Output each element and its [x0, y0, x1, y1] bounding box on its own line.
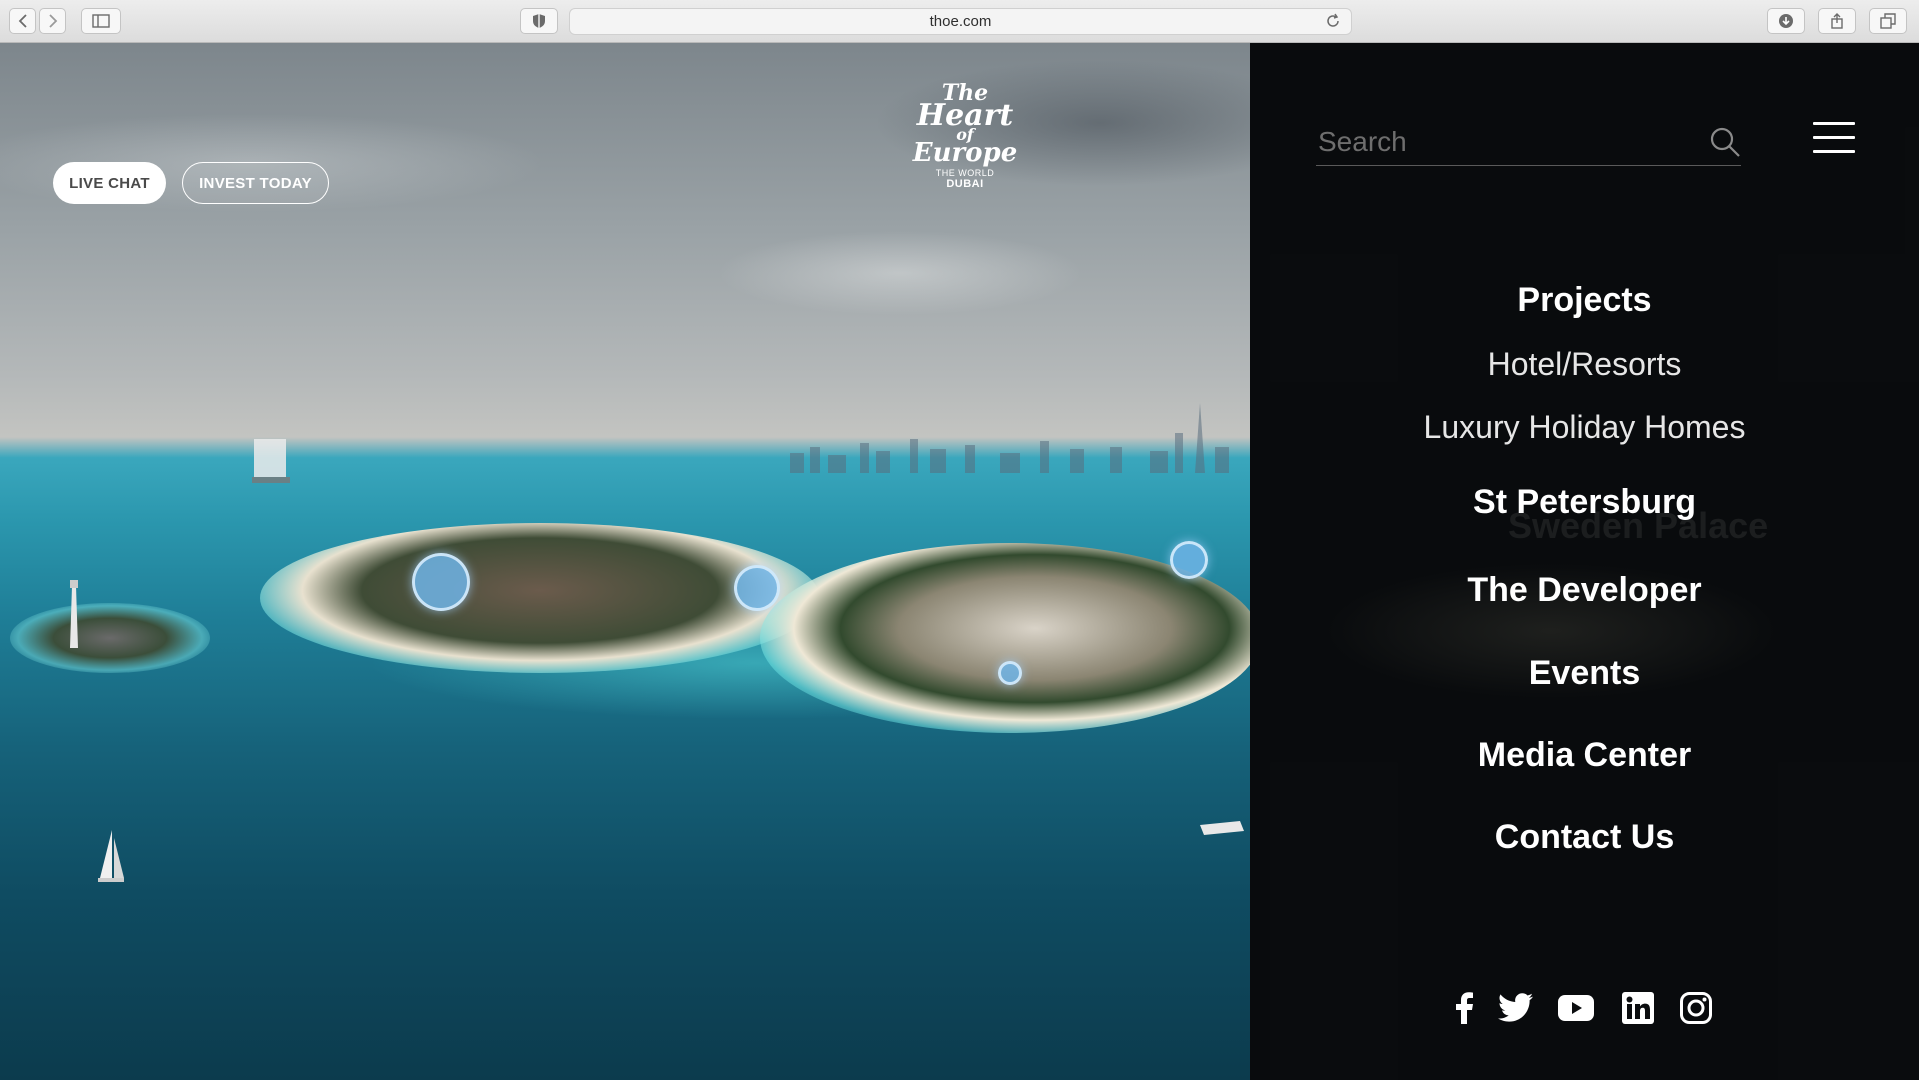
menu-item-the-developer[interactable]: The Developer — [1250, 571, 1919, 610]
sky-clouds — [0, 43, 1250, 423]
share-button[interactable] — [1818, 8, 1856, 34]
facebook-link[interactable] — [1446, 990, 1482, 1026]
youtube-icon — [1558, 995, 1594, 1021]
motor-boat — [1200, 821, 1244, 835]
privacy-button[interactable] — [520, 8, 558, 34]
logo-subtitle: THE WORLD — [935, 167, 995, 178]
menu-item-hotel-resorts[interactable]: Hotel/Resorts — [1250, 346, 1919, 383]
instagram-link[interactable] — [1678, 990, 1714, 1026]
search-input[interactable] — [1316, 124, 1696, 160]
search-icon[interactable] — [1709, 126, 1741, 158]
linkedin-icon — [1622, 992, 1654, 1024]
address-bar[interactable]: thoe.com — [569, 8, 1352, 35]
shield-icon — [533, 14, 545, 28]
menu-item-media-center[interactable]: Media Center — [1250, 736, 1919, 775]
map-hotspot[interactable] — [998, 661, 1022, 685]
hamburger-line — [1813, 150, 1855, 153]
hamburger-line — [1813, 136, 1855, 139]
invest-today-button[interactable]: INVEST TODAY — [182, 162, 329, 204]
downloads-button[interactable] — [1767, 8, 1805, 34]
menu-item-st-petersburg[interactable]: St Petersburg — [1250, 483, 1919, 522]
share-icon — [1831, 13, 1843, 29]
map-hotspot[interactable] — [412, 553, 470, 611]
twitter-icon — [1498, 993, 1533, 1022]
instagram-icon — [1680, 992, 1712, 1024]
facebook-icon — [1456, 992, 1473, 1024]
search-bar — [1316, 118, 1741, 166]
chevron-left-icon — [18, 14, 27, 28]
forward-button[interactable] — [39, 8, 66, 34]
sailboat — [98, 830, 124, 882]
youtube-link[interactable] — [1558, 990, 1594, 1026]
menu-toggle-button[interactable] — [1813, 120, 1855, 156]
menu-item-contact-us[interactable]: Contact Us — [1250, 818, 1919, 857]
sail-ship — [252, 439, 290, 483]
live-chat-button[interactable]: LIVE CHAT — [53, 162, 166, 204]
tabs-button[interactable] — [1869, 8, 1907, 34]
back-button[interactable] — [9, 8, 36, 34]
island-lighthouse — [10, 603, 210, 673]
tabs-icon — [1880, 13, 1896, 29]
url-text: thoe.com — [929, 13, 992, 30]
sidebar-icon — [92, 14, 110, 28]
chevron-right-icon — [48, 14, 57, 28]
site-logo[interactable]: The Heart of Europe THE WORLD DUBAI — [903, 80, 1027, 208]
map-hotspot[interactable] — [1170, 541, 1208, 579]
city-skyline — [790, 403, 1229, 473]
map-hotspot[interactable] — [734, 565, 780, 611]
linkedin-link[interactable] — [1620, 990, 1656, 1026]
hamburger-line — [1813, 122, 1855, 125]
menu-item-events[interactable]: Events — [1250, 654, 1919, 693]
menu-item-luxury-holiday-homes[interactable]: Luxury Holiday Homes — [1250, 409, 1919, 446]
navigation-menu-panel: Sweden Palace Projects Hotel/Resorts Lux… — [1250, 43, 1919, 1080]
sidebar-button[interactable] — [81, 8, 121, 34]
browser-toolbar: thoe.com — [0, 0, 1919, 43]
twitter-link[interactable] — [1498, 990, 1534, 1026]
hero-scene: LIVE CHAT INVEST TODAY The Heart of Euro… — [0, 43, 1250, 1080]
lighthouse — [70, 580, 78, 648]
menu-item-projects[interactable]: Projects — [1250, 281, 1919, 320]
reload-icon[interactable] — [1325, 13, 1341, 29]
logo-city: DUBAI — [946, 177, 984, 190]
download-icon — [1779, 14, 1793, 28]
logo-wordmark: The Heart of Europe — [912, 80, 1018, 168]
